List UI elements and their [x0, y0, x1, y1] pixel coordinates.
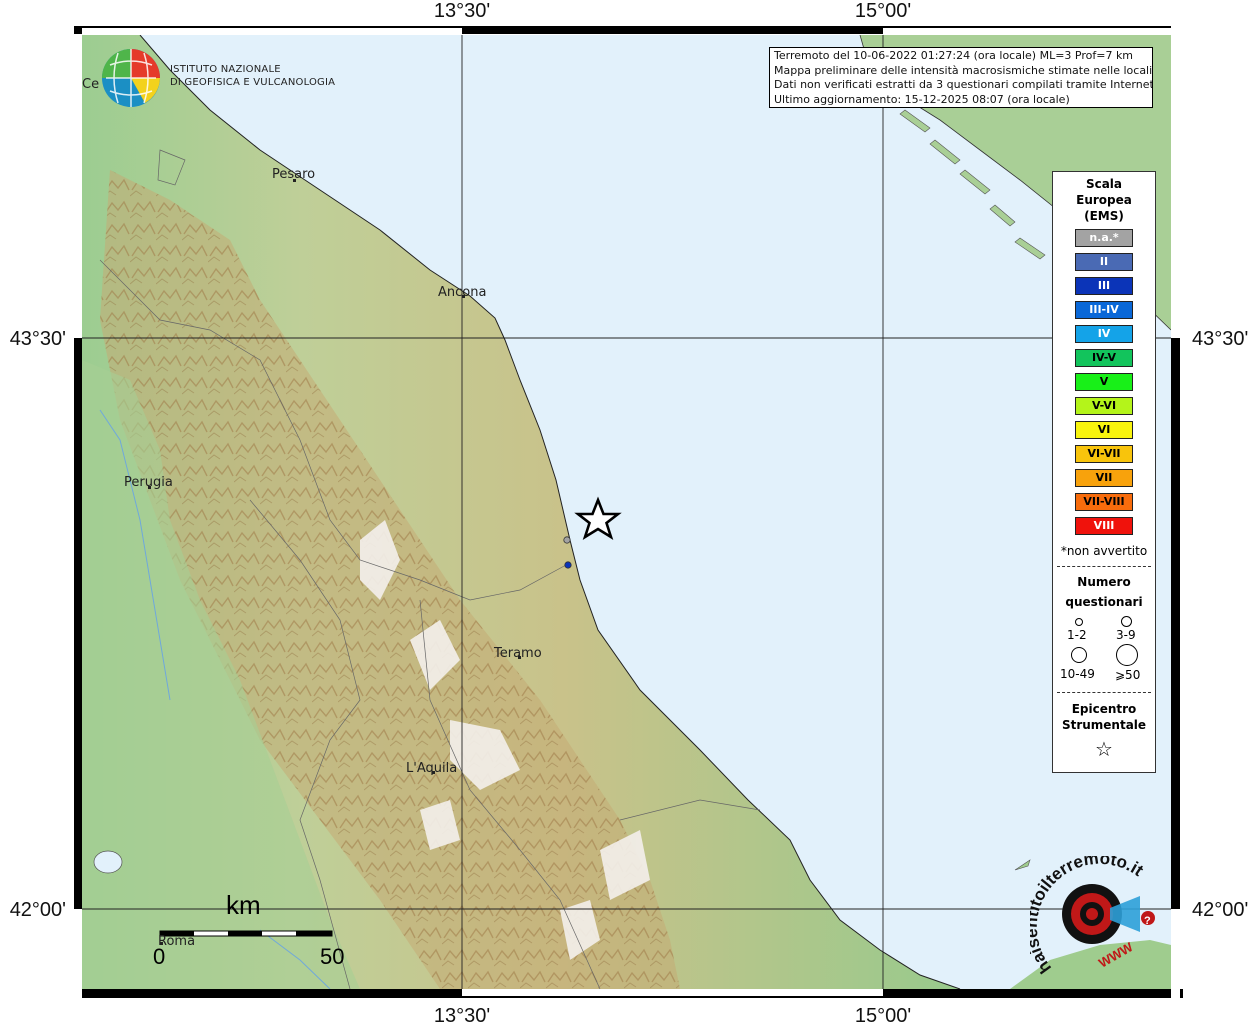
ingv-line2: DI GEOFISICA E VULCANOLOGIA [170, 77, 336, 88]
legend-count-title-line2: questionari [1065, 595, 1143, 609]
event-info-line1: Terremoto del 10-06-2022 01:27:24 (ora l… [774, 49, 1134, 62]
legend-epi-title: Epicentro Strumentale [1053, 701, 1155, 733]
observation-point-iii[interactable] [564, 561, 572, 569]
hst-logo-q: ? [1144, 915, 1151, 927]
count-circle-1-2 [1075, 618, 1083, 626]
legend-title-line3: (EMS) [1084, 209, 1124, 223]
legend-title: Scala Europea (EMS) [1053, 176, 1155, 224]
tick-left-4330: 43°30' [10, 328, 66, 350]
tick-top-1500: 15°00' [855, 0, 911, 22]
tick-left-4200: 42°00' [10, 899, 66, 921]
count-label-1-2: 1-2 [1067, 628, 1087, 642]
legend-count-title: Numero questionari [1053, 572, 1155, 612]
legend-note: *non avvertito [1060, 544, 1148, 558]
legend-item-vii: VII [1075, 469, 1133, 487]
ems-legend: Scala Europea (EMS) n.a.* II III III-IV IV IV… [1052, 171, 1156, 773]
legend-count-sizes: 1-2 3-9 10-49 ⩾50 [1053, 612, 1155, 692]
legend-item-v-vi: V-VI [1075, 397, 1133, 415]
svg-text:haisentitoilterremoto.it: haisentitoilterremoto.it [1030, 856, 1147, 976]
observation-point-na[interactable] [563, 536, 571, 544]
scale-bar-max: 50 [320, 944, 345, 969]
count-label-3-9: 3-9 [1116, 628, 1136, 642]
legend-item-vii-viii: VII-VIII [1075, 493, 1133, 511]
legend-scale-items: n.a.* II III III-IV IV IV-V V V-VI VI VI-VII VII VI… [1053, 229, 1155, 535]
city-ancona: Ancona [438, 285, 486, 300]
legend-item-vi: VI [1075, 421, 1133, 439]
legend-item-iii: III [1075, 277, 1133, 295]
lake-bolsena [93, 850, 123, 874]
legend-item-ii: II [1075, 253, 1133, 271]
count-circle-10-49 [1071, 647, 1087, 663]
legend-epi-title-line1: Epicentro [1071, 702, 1137, 716]
legend-item-iv-v: IV-V [1075, 349, 1133, 367]
count-label-50: ⩾50 [1115, 668, 1141, 682]
legend-title-line1: Scala [1085, 177, 1123, 191]
ingv-line1: ISTITUTO NAZIONALE [170, 64, 281, 75]
legend-epi-title-line2: Strumentale [1061, 718, 1147, 732]
event-info-line4: Ultimo aggiornamento: 15-12-2025 08:07 (… [774, 92, 1070, 106]
legend-separator-2 [1057, 692, 1151, 693]
hst-logo-url: haisentitoilterremoto.it [1030, 856, 1147, 976]
count-label-10-49: 10-49 [1060, 667, 1095, 681]
tick-bottom-1330: 13°30' [434, 1005, 490, 1024]
tick-top-1330: 13°30' [434, 0, 490, 22]
legend-item-iii-iv: III-IV [1075, 301, 1133, 319]
city-roma: Roma [158, 934, 196, 949]
event-info-box: Terremoto del 10-06-2022 01:27:24 (ora l… [769, 47, 1153, 108]
tick-bottom-1500: 15°00' [855, 1005, 911, 1024]
legend-epi-star-icon: ☆ [1095, 737, 1113, 761]
count-circle-50 [1116, 644, 1138, 666]
tick-right-4200: 42°00' [1192, 899, 1248, 921]
legend-separator [1057, 566, 1151, 567]
hst-logo-text: haisentitoilterremoto.it WWW ? [1030, 856, 1151, 976]
legend-item-n-a: n.a.* [1075, 229, 1133, 247]
count-circle-3-9 [1121, 616, 1132, 627]
legend-item-vi-vii: VI-VII [1075, 445, 1133, 463]
event-info-line2: Mappa preliminare delle intensità macros… [774, 63, 1153, 77]
scale-bar-unit: km [226, 890, 261, 920]
city-perugia: Perugia [124, 475, 173, 490]
legend-item-v: V [1075, 373, 1133, 391]
city-cesena-fragment: Ce [82, 77, 99, 92]
ingv-name: ISTITUTO NAZIONALE DI GEOFISICA E VULCAN… [170, 63, 335, 89]
city-laquila: L'Aquila [406, 761, 457, 776]
tick-right-4330: 43°30' [1192, 328, 1248, 350]
event-info-line3: Dati non verificati estratti da 3 questi… [774, 78, 1153, 91]
legend-count-title-line1: Numero [1077, 575, 1131, 589]
city-teramo: Teramo [493, 646, 542, 661]
city-pesaro: Pesaro [272, 167, 315, 182]
legend-title-line2: Europea [1076, 193, 1132, 207]
legend-item-viii: VIII [1075, 517, 1133, 535]
hst-logo-www: WWW [1096, 939, 1136, 971]
legend-item-iv: IV [1075, 325, 1133, 343]
